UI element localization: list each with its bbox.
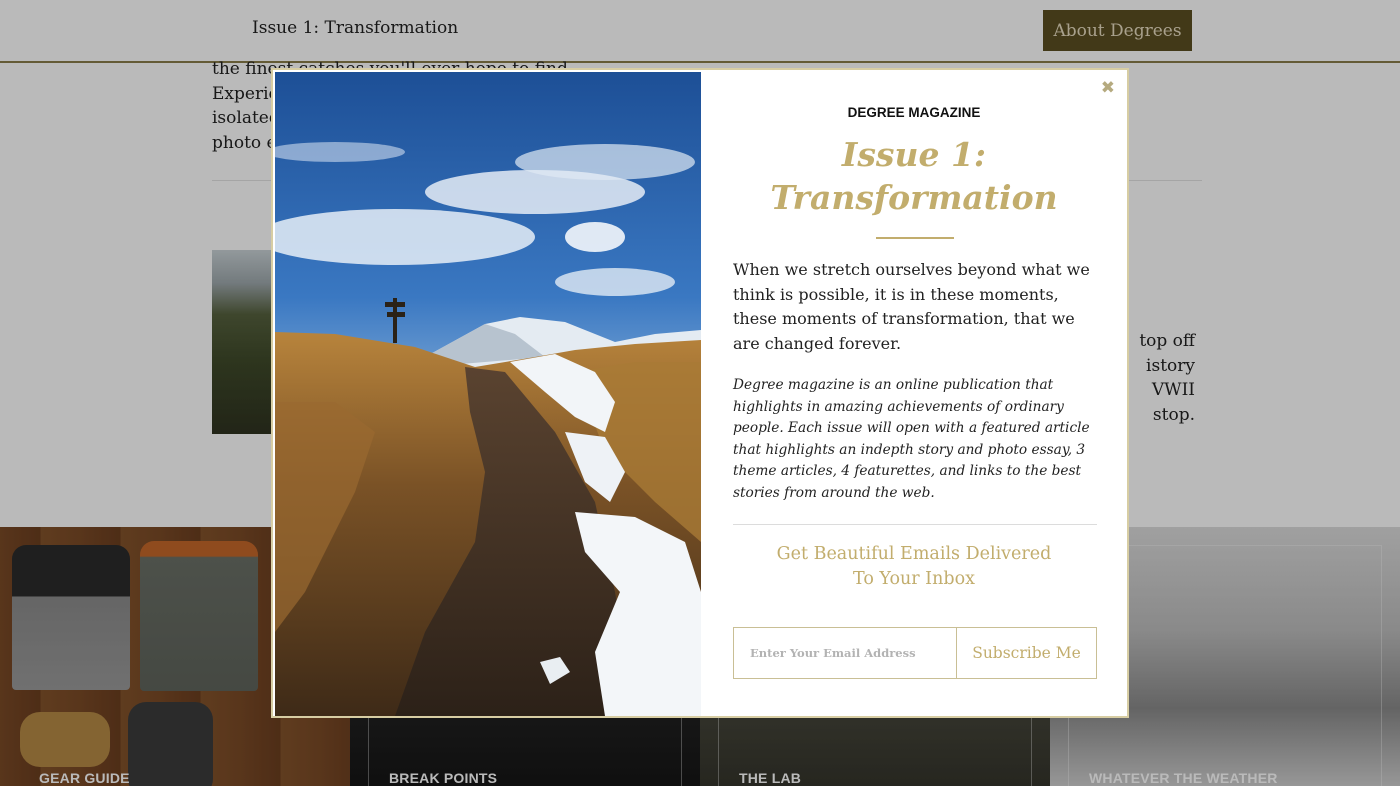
email-field[interactable] (733, 627, 956, 679)
close-icon[interactable]: ✖ (1101, 78, 1115, 98)
modal-content-panel: ✖ DEGREE MAGAZINE Issue 1: Transformatio… (701, 70, 1127, 716)
content-divider (733, 524, 1097, 525)
modal-description: Degree magazine is an online publication… (733, 377, 1090, 501)
modal-lede: When we stretch ourselves beyond what we… (733, 260, 1090, 353)
subscribe-form: Subscribe Me (733, 627, 1097, 679)
modal-title: Issue 1: Transformation (701, 133, 1127, 219)
modal-kicker: DEGREE MAGAZINE (847, 105, 981, 120)
promo-line: To Your Inbox (853, 569, 975, 589)
modal-title-line: Issue 1: (841, 135, 987, 174)
subscribe-modal: ✖ DEGREE MAGAZINE Issue 1: Transformatio… (271, 68, 1129, 718)
mountain-trail-photo (275, 72, 701, 716)
newsletter-promo: Get Beautiful Emails Delivered To Your I… (701, 542, 1127, 592)
title-divider (876, 237, 954, 239)
subscribe-button[interactable]: Subscribe Me (956, 627, 1097, 679)
promo-line: Get Beautiful Emails Delivered (776, 544, 1052, 564)
modal-title-line: Transformation (770, 178, 1058, 217)
